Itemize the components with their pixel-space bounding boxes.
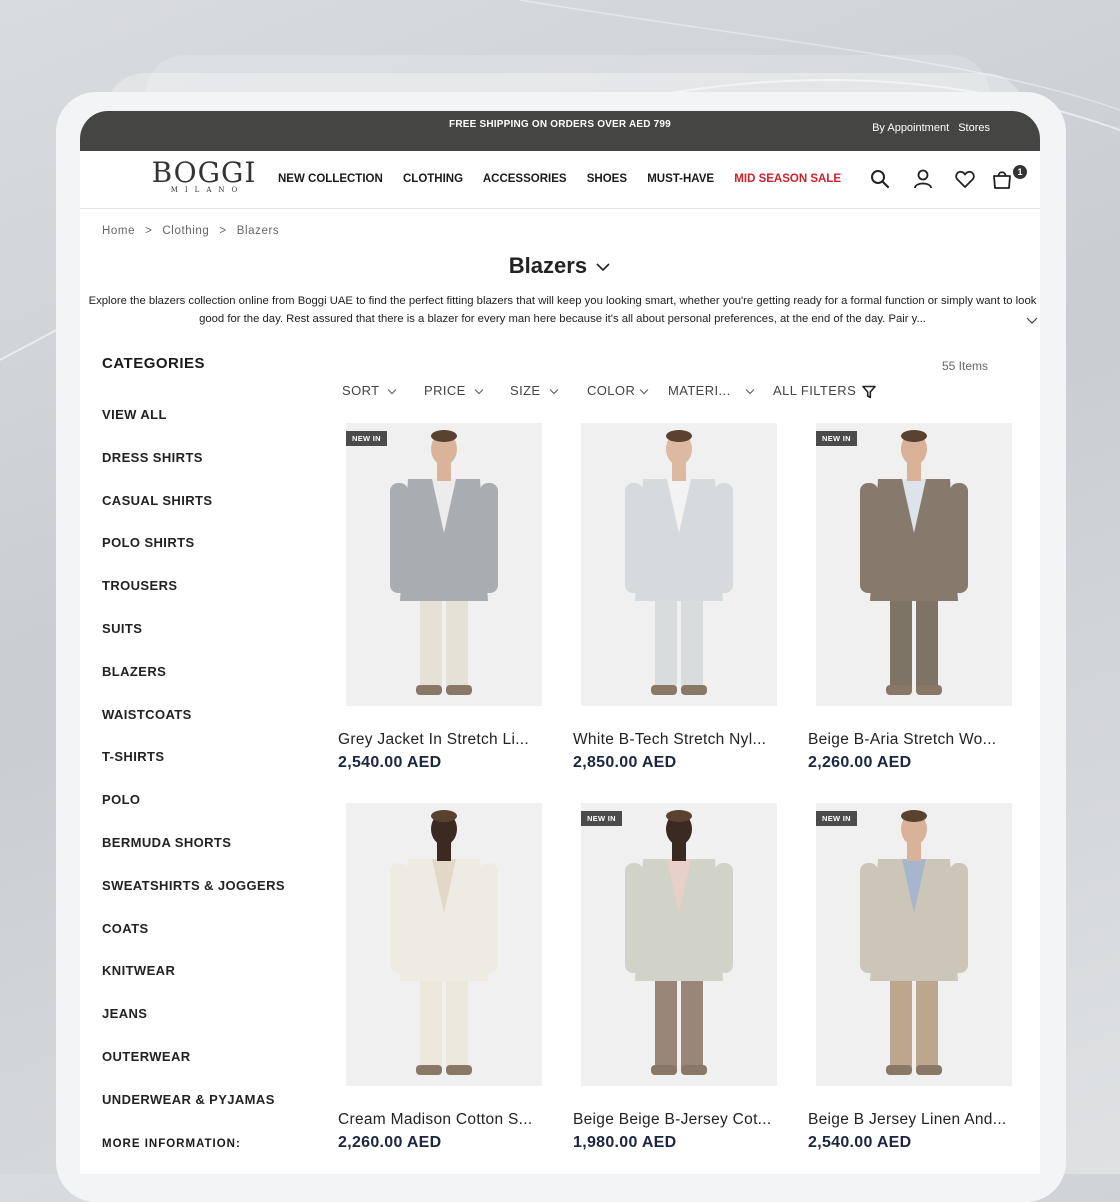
model-figure xyxy=(581,423,777,706)
product-image[interactable] xyxy=(581,803,777,1086)
chevron-down-icon xyxy=(474,389,484,395)
category-item[interactable]: KNITWEAR xyxy=(102,963,285,1006)
browser-screen: FREE SHIPPING ON ORDERS OVER AED 799 By … xyxy=(80,111,1040,1174)
search-icon[interactable] xyxy=(869,168,891,190)
stores-link[interactable]: Stores xyxy=(958,122,990,134)
announcement-bar: FREE SHIPPING ON ORDERS OVER AED 799 By … xyxy=(80,111,1040,151)
page-title-dropdown[interactable]: Blazers xyxy=(80,253,1040,279)
model-figure xyxy=(346,803,542,1086)
cart-bag-icon[interactable] xyxy=(991,168,1013,190)
menu-new-collection[interactable]: NEW COLLECTION xyxy=(278,173,383,185)
primary-menu: NEW COLLECTION CLOTHING ACCESSORIES SHOE… xyxy=(278,173,858,185)
chevron-down-icon xyxy=(745,389,755,395)
account-icon[interactable] xyxy=(912,168,934,190)
category-item[interactable]: OUTERWEAR xyxy=(102,1049,285,1092)
product-image[interactable] xyxy=(581,423,777,706)
new-in-tag: NEW IN xyxy=(816,811,857,826)
breadcrumb-clothing[interactable]: Clothing xyxy=(162,225,209,237)
filter-label: PRICE xyxy=(424,383,466,398)
menu-shoes[interactable]: SHOES xyxy=(587,173,627,185)
category-item[interactable]: SUITS xyxy=(102,621,285,664)
model-figure xyxy=(816,803,1012,1086)
product-price: 1,980.00 AED xyxy=(573,1134,677,1151)
product-name[interactable]: Cream Madison Cotton S... xyxy=(338,1111,548,1129)
chevron-down-icon xyxy=(549,389,558,395)
category-item[interactable]: POLO SHIRTS xyxy=(102,535,285,578)
more-information-label[interactable]: MORE INFORMATION: xyxy=(102,1138,241,1150)
breadcrumb-separator: > xyxy=(145,225,153,237)
category-item[interactable]: SWEATSHIRTS & JOGGERS xyxy=(102,878,285,921)
material-dropdown[interactable]: MATERI... xyxy=(668,383,755,398)
model-figure xyxy=(346,423,542,706)
category-item[interactable]: BERMUDA SHORTS xyxy=(102,835,285,878)
new-in-tag: NEW IN xyxy=(581,811,622,826)
cart-count-badge: 1 xyxy=(1013,165,1027,179)
product-price: 2,540.00 AED xyxy=(338,754,442,771)
filter-label: ALL FILTERS xyxy=(773,383,857,398)
menu-accessories[interactable]: ACCESSORIES xyxy=(483,173,567,185)
filter-label: SIZE xyxy=(510,383,541,398)
category-item[interactable]: DRESS SHIRTS xyxy=(102,450,285,493)
product-price: 2,540.00 AED xyxy=(808,1134,912,1151)
model-figure xyxy=(816,423,1012,706)
model-figure xyxy=(581,803,777,1086)
category-item[interactable]: JEANS xyxy=(102,1006,285,1049)
items-count: 55 Items xyxy=(942,359,989,373)
product-name[interactable]: Beige Beige B-Jersey Cot... xyxy=(573,1111,783,1129)
product-name[interactable]: White B-Tech Stretch Nyl... xyxy=(573,731,783,749)
filter-label: COLOR xyxy=(587,383,636,398)
all-filters-button[interactable]: ALL FILTERS xyxy=(773,383,876,399)
category-item[interactable]: T-SHIRTS xyxy=(102,749,285,792)
chevron-down-icon xyxy=(388,389,397,395)
sort-dropdown[interactable]: SORT xyxy=(342,383,397,398)
breadcrumb-blazers: Blazers xyxy=(236,225,280,237)
logo-wordmark: BOGGI xyxy=(151,156,257,189)
product-price: 2,850.00 AED xyxy=(573,754,677,771)
product-name[interactable]: Beige B Jersey Linen And... xyxy=(808,1111,1018,1129)
category-item[interactable]: UNDERWEAR & PYJAMAS xyxy=(102,1092,285,1135)
page-title: Blazers xyxy=(508,253,588,278)
color-dropdown[interactable]: COLOR xyxy=(587,383,649,398)
categories-list: VIEW ALL DRESS SHIRTS CASUAL SHIRTS POLO… xyxy=(102,407,285,1135)
main-navigation: BOGGI MILANO NEW COLLECTION CLOTHING ACC… xyxy=(80,151,1040,209)
category-item[interactable]: POLO xyxy=(102,792,285,835)
product-price: 2,260.00 AED xyxy=(338,1134,442,1151)
category-item[interactable]: CASUAL SHIRTS xyxy=(102,493,285,536)
product-name[interactable]: Grey Jacket In Stretch Li... xyxy=(338,731,548,749)
filter-label: SORT xyxy=(342,383,380,398)
by-appointment-link[interactable]: By Appointment xyxy=(872,122,949,134)
price-dropdown[interactable]: PRICE xyxy=(424,383,484,398)
category-item[interactable]: COATS xyxy=(102,921,285,964)
category-item[interactable]: WAISTCOATS xyxy=(102,707,285,750)
wishlist-heart-icon[interactable] xyxy=(954,168,976,190)
expand-description-chevron-icon[interactable] xyxy=(1025,316,1039,326)
menu-must-have[interactable]: MUST-HAVE xyxy=(647,173,714,185)
filter-funnel-icon xyxy=(862,385,876,398)
breadcrumb-separator: > xyxy=(219,225,227,237)
menu-clothing[interactable]: CLOTHING xyxy=(403,173,463,185)
product-image[interactable] xyxy=(346,423,542,706)
product-price: 2,260.00 AED xyxy=(808,754,912,771)
product-image[interactable] xyxy=(816,803,1012,1086)
filter-label: MATERI... xyxy=(668,383,731,398)
categories-heading: CATEGORIES xyxy=(102,355,206,372)
product-image[interactable] xyxy=(816,423,1012,706)
menu-mid-season-sale[interactable]: MID SEASON SALE xyxy=(734,173,841,185)
category-item[interactable]: TROUSERS xyxy=(102,578,285,621)
new-in-tag: NEW IN xyxy=(816,431,857,446)
breadcrumb: Home > Clothing > Blazers xyxy=(102,225,279,237)
product-image[interactable] xyxy=(346,803,542,1086)
topbar-links: By Appointment Stores xyxy=(866,122,990,134)
category-item[interactable]: VIEW ALL xyxy=(102,407,285,450)
product-name[interactable]: Beige B-Aria Stretch Wo... xyxy=(808,731,1018,749)
size-dropdown[interactable]: SIZE xyxy=(510,383,559,398)
chevron-down-icon xyxy=(639,389,649,395)
chevron-down-icon xyxy=(596,263,610,272)
new-in-tag: NEW IN xyxy=(346,431,387,446)
category-description: Explore the blazers collection online fr… xyxy=(88,295,1037,325)
category-item[interactable]: BLAZERS xyxy=(102,664,285,707)
boggi-logo[interactable]: BOGGI MILANO xyxy=(148,156,260,195)
breadcrumb-home[interactable]: Home xyxy=(102,225,135,237)
